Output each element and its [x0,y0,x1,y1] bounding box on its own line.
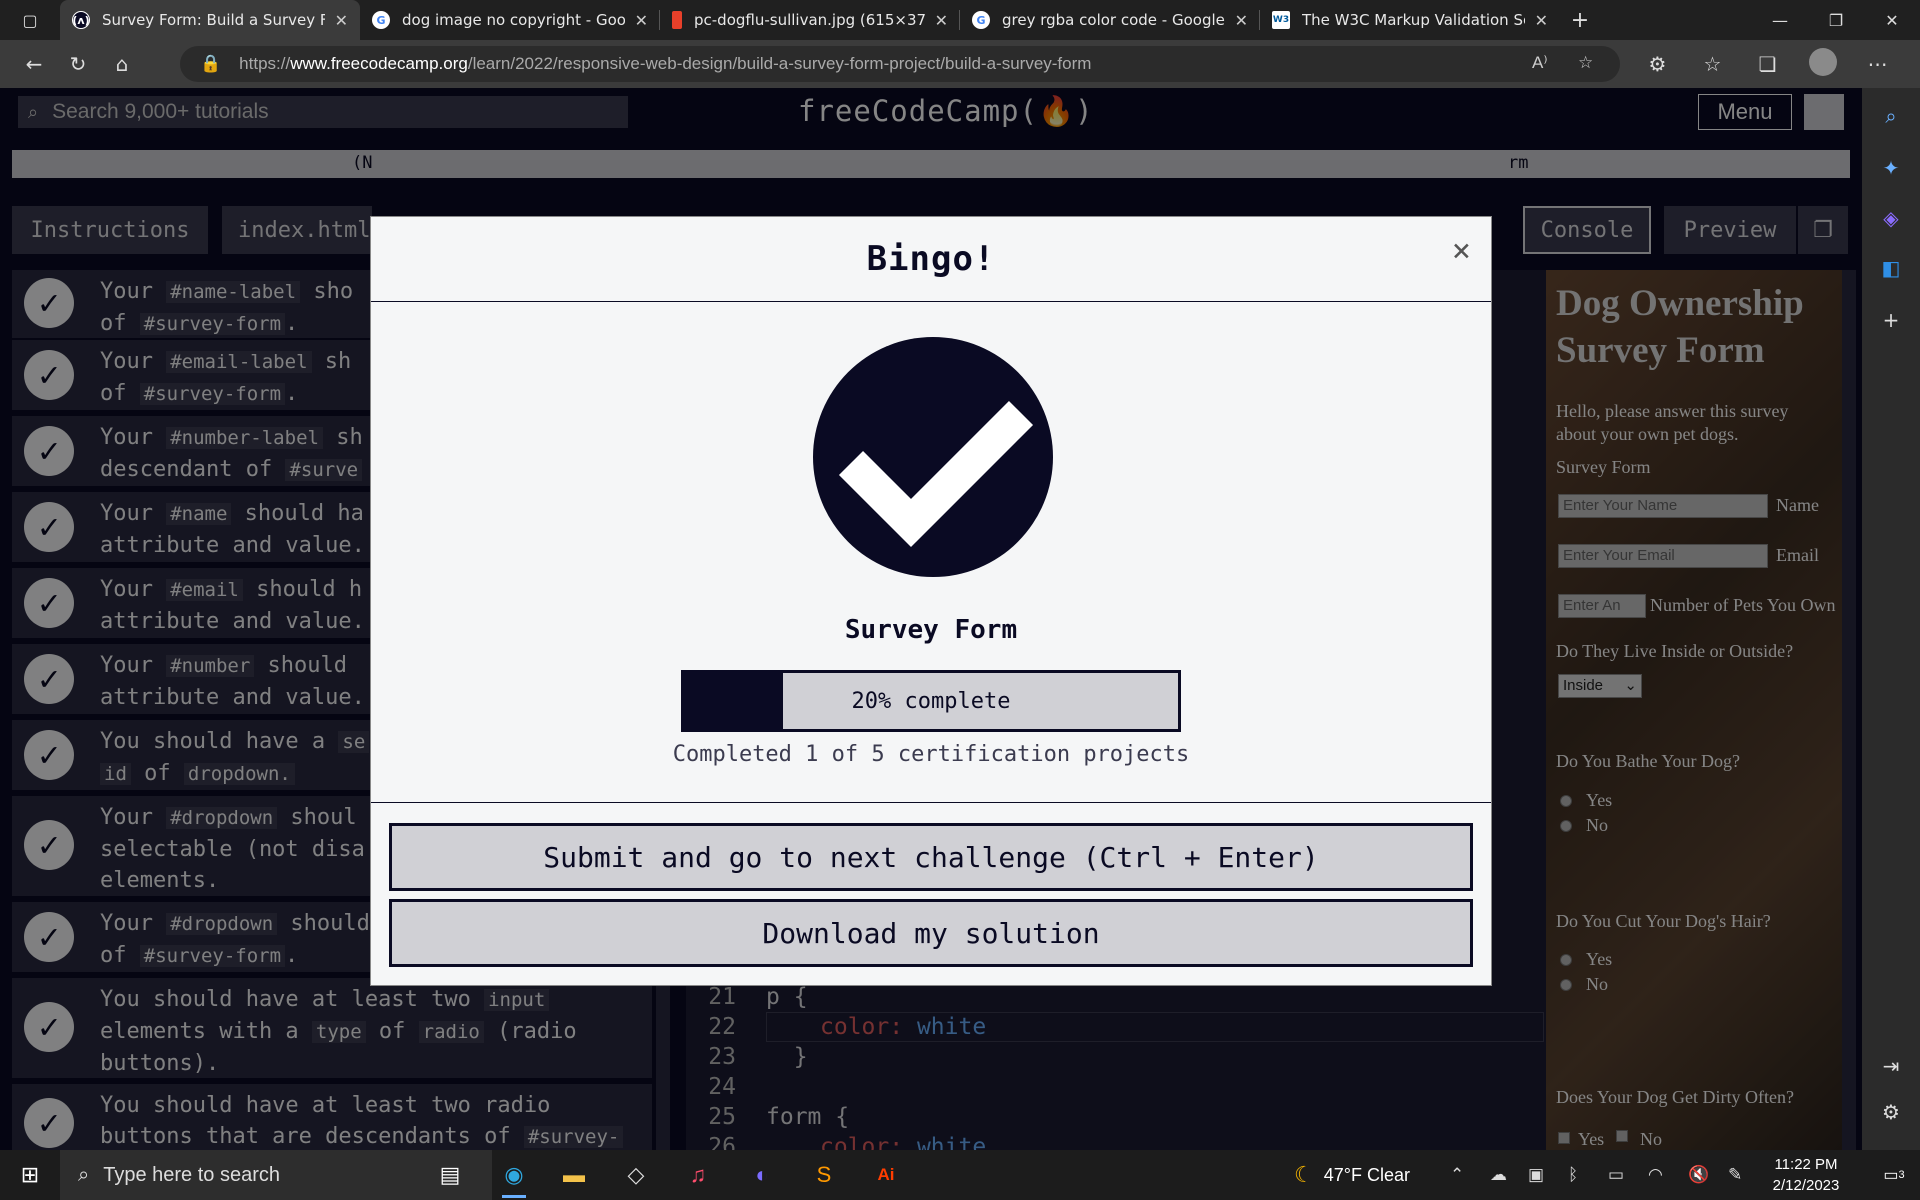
wifi-icon[interactable]: ◠ [1648,1150,1663,1200]
tab-title: Survey Form: Build a Survey Form [102,11,325,29]
battery-icon[interactable]: ▭ [1608,1150,1624,1200]
notification-count: 3 [1898,1169,1905,1181]
close-tab-icon[interactable]: ✕ [1235,11,1248,30]
show-hidden-icons[interactable]: ⌃ [1450,1150,1464,1200]
back-icon[interactable]: ← [12,40,56,88]
progress-caption: Completed 1 of 5 certification projects [672,742,1190,767]
meet-now-icon[interactable]: ▣ [1528,1150,1544,1200]
extensions-icon[interactable]: ⚙ [1630,52,1685,76]
bluetooth-icon[interactable]: ᛒ [1568,1150,1578,1200]
search-icon: ⌕ [78,1163,90,1186]
close-icon[interactable]: × [1452,231,1471,269]
address-bar[interactable]: 🔒 https://www.freecodecamp.org/learn/202… [180,46,1620,82]
modal-divider [371,802,1491,803]
progress-label: 20% complete [851,688,1011,714]
outlook-icon[interactable]: ◧ [1862,256,1920,280]
windows-start-icon[interactable]: ⊞ [0,1150,60,1200]
url-host: www.freecodecamp.org [290,54,468,73]
notification-center-icon[interactable]: ▭ 3 [1868,1150,1920,1200]
weather-text: 47°F Clear [1323,1164,1410,1185]
project-name: Survey Form [844,615,1018,645]
browser-tab-image[interactable]: pc-dogflu-sullivan.jpg (615×370) ✕ [660,0,960,40]
image-icon [672,11,682,29]
completion-modal: Bingo! × Survey Form 20% complete Comple… [370,216,1492,986]
add-favorite-icon[interactable]: ☆ [1578,53,1593,73]
tab-title: pc-dogflu-sullivan.jpg (615×370) [694,11,925,29]
tab-title: grey rgba color code - Google Se [1002,11,1225,29]
submit-next-challenge-button[interactable]: Submit and go to next challenge (Ctrl + … [389,823,1473,891]
refresh-icon[interactable]: ↻ [56,40,100,88]
file-explorer-icon[interactable]: ▬ [548,1150,600,1200]
edge-icon[interactable]: ◉ [488,1150,540,1200]
add-sidebar-app-icon[interactable]: + [1862,308,1920,332]
task-view-icon[interactable]: ▤ [424,1150,476,1200]
google-icon: G [372,11,390,29]
edge-sidebar: ⌕ ✦ ◈ ◧ + ⇥ ⚙ [1862,88,1920,1150]
illustrator-icon[interactable]: Ai [860,1150,912,1200]
store-icon[interactable]: ◇ [610,1150,662,1200]
home-icon[interactable]: ⌂ [100,40,144,88]
close-tab-icon[interactable]: ✕ [1535,11,1548,30]
search-icon[interactable]: ⌕ [1862,104,1920,128]
browser-tab-survey-form[interactable]: (ʌ) Survey Form: Build a Survey Form ✕ [60,0,360,40]
url-path: /learn/2022/responsive-web-design/build-… [467,54,1092,73]
weather-widget[interactable]: ☾ 47°F Clear [1294,1150,1410,1200]
clock-date: 2/12/2023 [1772,1177,1840,1194]
discord-icon[interactable]: ◐ [736,1150,788,1200]
modal-header: Bingo! × [371,217,1491,302]
shopping-icon[interactable]: ◈ [1862,206,1920,230]
modal-title: Bingo! [866,239,996,279]
minimize-icon[interactable]: — [1752,0,1808,40]
w3c-icon: W3 [1272,11,1290,29]
copilot-icon[interactable]: ✦ [1862,156,1920,180]
browser-tab-strip: ▢ (ʌ) Survey Form: Build a Survey Form ✕… [0,0,1920,40]
download-solution-button[interactable]: Download my solution [389,899,1473,967]
new-tab-icon[interactable]: + [1560,8,1600,33]
volume-muted-icon[interactable]: 🔇 [1688,1150,1709,1200]
itunes-icon[interactable]: ♫ [672,1150,724,1200]
taskbar-search-placeholder: Type here to search [103,1163,280,1186]
lock-icon: 🔒 [200,54,222,73]
browser-tab-google-dog[interactable]: G dog image no copyright - Google ✕ [360,0,660,40]
clock-time: 11:22 PM [1774,1156,1838,1173]
tab-title: The W3C Markup Validation Serv [1302,11,1525,29]
tab-actions-icon[interactable]: ▢ [0,0,60,40]
onedrive-icon[interactable]: ☁ [1490,1150,1507,1200]
close-tab-icon[interactable]: ✕ [335,11,348,30]
progress-bar: 20% complete [681,670,1181,732]
profile-avatar[interactable] [1795,47,1850,81]
sublime-text-icon[interactable]: S [798,1150,850,1200]
pen-icon[interactable]: ✎ [1728,1150,1742,1200]
favorites-icon[interactable]: ☆ [1685,52,1740,76]
success-check-icon [813,337,1053,577]
close-tab-icon[interactable]: ✕ [635,11,648,30]
url-prefix: https:// [239,54,291,73]
freecodecamp-icon: (ʌ) [72,11,90,29]
browser-tab-google-grey[interactable]: G grey rgba color code - Google Se ✕ [960,0,1260,40]
tab-title: dog image no copyright - Google [402,11,625,29]
windows-taskbar: ⊞ ⌕ Type here to search ▤ ◉ ▬ ◇ ♫ ◐ S Ai… [0,1150,1920,1200]
settings-icon[interactable]: ⚙ [1862,1100,1920,1124]
clock[interactable]: 11:22 PM 2/12/2023 [1758,1154,1854,1196]
browser-tab-w3c[interactable]: W3 The W3C Markup Validation Serv ✕ [1260,0,1560,40]
google-icon: G [972,11,990,29]
close-tab-icon[interactable]: ✕ [935,11,948,30]
moon-icon: ☾ [1294,1162,1314,1187]
freecodecamp-page: ⌕ Search 9,000+ tutorials freeCodeCamp(🔥… [0,88,1862,1150]
restore-icon[interactable]: ❐ [1808,0,1864,40]
read-aloud-icon[interactable]: A⁾ [1532,53,1548,73]
collections-icon[interactable]: ❏ [1740,52,1795,76]
close-window-icon[interactable]: ✕ [1864,0,1920,40]
browser-toolbar: ← ↻ ⌂ 🔒 https://www.freecodecamp.org/lea… [0,40,1920,88]
hide-sidebar-icon[interactable]: ⇥ [1862,1054,1920,1078]
more-options-icon[interactable]: ⋯ [1850,52,1905,76]
